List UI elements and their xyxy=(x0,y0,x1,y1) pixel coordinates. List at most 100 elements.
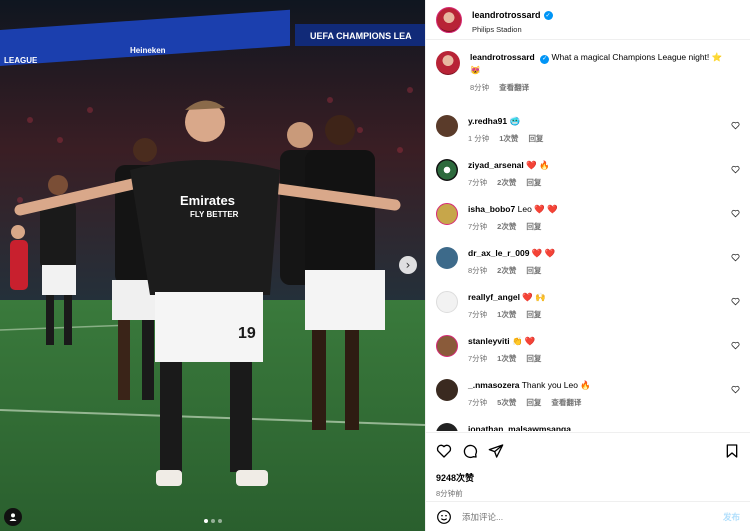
post-header: leandrotrossard ✓ Philips Stadion xyxy=(426,0,750,40)
reply-button[interactable]: 回复 xyxy=(526,265,541,276)
like-comment-heart-icon[interactable] xyxy=(731,253,740,262)
share-send-icon[interactable] xyxy=(488,443,504,459)
commenter-avatar[interactable] xyxy=(436,158,458,181)
emoji-smiley-icon[interactable] xyxy=(436,509,452,525)
comment-item: isha_bobo7 Leo ❤️ ❤️ 7分钟 2次赞 回复 xyxy=(436,202,740,247)
caption-username[interactable]: leandrotrossard xyxy=(470,52,535,62)
comment-text: 👏 ❤️ xyxy=(511,335,536,346)
author-username-text[interactable]: leandrotrossard xyxy=(472,10,541,20)
see-translation-link[interactable]: 查看翻译 xyxy=(551,397,581,408)
commenter-username[interactable]: dr_ax_le_r_009 xyxy=(468,248,529,258)
commenter-username[interactable]: _.nmasozera xyxy=(468,380,520,390)
banner-mid: Heineken xyxy=(130,46,166,55)
commenter-username[interactable]: isha_bobo7 xyxy=(468,204,515,214)
post-caption: leandrotrossard ✓ What a magical Champio… xyxy=(436,51,740,93)
comment-likes[interactable]: 2次赞 xyxy=(497,221,516,232)
verified-badge-icon: ✓ xyxy=(543,10,553,20)
comment-time[interactable]: 8分钟 xyxy=(468,265,487,276)
commenter-username[interactable]: stanleyviti xyxy=(468,336,510,346)
comment-time[interactable]: 7分钟 xyxy=(468,221,487,232)
commenter-avatar[interactable] xyxy=(436,334,458,357)
commenter-avatar[interactable] xyxy=(436,290,458,313)
commenter-avatar[interactable] xyxy=(436,246,458,269)
save-bookmark-icon[interactable] xyxy=(724,443,740,459)
like-comment-heart-icon[interactable] xyxy=(731,121,740,130)
comment-item: _.nmasozera Thank you Leo 🔥 7分钟 5次赞 回复 查看翻译 xyxy=(436,378,740,423)
like-comment-heart-icon[interactable] xyxy=(731,341,740,350)
add-comment-bar: 发布 xyxy=(426,501,750,531)
svg-text:19: 19 xyxy=(238,325,256,342)
banner-left: LEAGUE xyxy=(4,56,38,65)
caption-avatar[interactable] xyxy=(436,51,460,75)
comment-text: ❤️ 🔥 xyxy=(526,159,550,170)
comment-item: ziyad_arsenal ❤️ 🔥 7分钟 2次赞 回复 xyxy=(436,158,740,203)
comments-list[interactable]: leandrotrossard ✓ What a magical Champio… xyxy=(426,41,750,431)
caption-emoji: 😻 xyxy=(470,64,481,75)
comment-time[interactable]: 7分钟 xyxy=(468,309,487,320)
tagged-users-button[interactable] xyxy=(4,508,22,526)
post-actions: 9248次赞 8分钟前 xyxy=(426,432,750,499)
comment-time[interactable]: 7分钟 xyxy=(468,177,487,188)
comment-time[interactable]: 7分钟 xyxy=(468,353,487,364)
match-photo-illustration: LEAGUE Heineken UEFA CHAMPIONS LEA Emira… xyxy=(0,0,425,531)
comment-text: ❤️ ❤️ xyxy=(531,247,556,258)
like-comment-heart-icon[interactable] xyxy=(731,165,740,174)
like-heart-icon[interactable] xyxy=(436,443,452,459)
comment-likes[interactable]: 1次赞 xyxy=(497,353,516,364)
post-comment-button[interactable]: 发布 xyxy=(723,511,740,523)
caption-text: What a magical Champions League night! ⭐ xyxy=(551,52,723,62)
post-location[interactable]: Philips Stadion xyxy=(472,25,553,34)
comment-time[interactable]: 7分钟 xyxy=(468,397,487,408)
carousel-dot xyxy=(217,519,222,523)
verified-badge-icon: ✓ xyxy=(540,54,550,64)
like-comment-heart-icon[interactable] xyxy=(731,385,740,394)
carousel-dot xyxy=(210,519,215,523)
reply-button[interactable]: 回复 xyxy=(526,221,541,232)
svg-text:Emirates: Emirates xyxy=(180,193,235,208)
post-photo[interactable]: LEAGUE Heineken UEFA CHAMPIONS LEA Emira… xyxy=(0,0,425,531)
post-time[interactable]: 8分钟前 xyxy=(436,488,740,499)
comment-text: Thank you Leo 🔥 xyxy=(521,379,591,390)
commenter-username[interactable]: jonathan_malsawmsanga xyxy=(468,424,571,432)
like-comment-heart-icon[interactable] xyxy=(731,209,740,218)
comment-text: ❤️ 🙌 xyxy=(522,291,546,302)
comment-text: 🥶 xyxy=(509,115,521,126)
comment-likes[interactable]: 2次赞 xyxy=(497,265,516,276)
user-icon xyxy=(9,513,17,521)
comment-likes[interactable]: 5次赞 xyxy=(497,397,516,408)
comment-item: reallyf_angel ❤️ 🙌 7分钟 1次赞 回复 xyxy=(436,290,740,335)
comment-likes[interactable]: 1次赞 xyxy=(499,133,518,144)
comment-text: Leo ❤️ ❤️ xyxy=(517,203,558,214)
carousel-dot xyxy=(203,519,208,523)
svg-text:FLY BETTER: FLY BETTER xyxy=(190,210,239,219)
commenter-avatar[interactable] xyxy=(436,114,458,137)
comment-likes[interactable]: 1次赞 xyxy=(497,309,516,320)
commenter-avatar[interactable] xyxy=(436,378,458,401)
reply-button[interactable]: 回复 xyxy=(528,133,543,144)
commenter-avatar[interactable] xyxy=(436,202,458,225)
comment-bubble-icon[interactable] xyxy=(462,443,478,459)
author-avatar[interactable] xyxy=(436,6,462,33)
comment-item: jonathan_malsawmsanga xyxy=(436,422,740,432)
reply-button[interactable]: 回复 xyxy=(526,177,541,188)
comment-time[interactable]: 1 分钟 xyxy=(468,133,489,144)
comment-likes[interactable]: 2次赞 xyxy=(497,177,516,188)
reply-button[interactable]: 回复 xyxy=(526,353,541,364)
carousel-dots xyxy=(0,519,425,523)
like-comment-heart-icon[interactable] xyxy=(731,297,740,306)
next-photo-button[interactable]: › xyxy=(399,256,417,274)
commenter-username[interactable]: y.redha91 xyxy=(468,116,507,126)
commenter-username[interactable]: reallyf_angel xyxy=(468,292,520,302)
caption-time[interactable]: 8分钟 xyxy=(470,82,489,93)
see-translation-link[interactable]: 查看翻译 xyxy=(499,82,529,93)
comment-input[interactable] xyxy=(462,511,723,522)
comment-item: dr_ax_le_r_009 ❤️ ❤️ 8分钟 2次赞 回复 xyxy=(436,246,740,291)
reply-button[interactable]: 回复 xyxy=(526,309,541,320)
commenter-username[interactable]: ziyad_arsenal xyxy=(468,160,524,170)
likes-count[interactable]: 9248次赞 xyxy=(436,471,740,484)
comment-item: y.redha91 🥶 1 分钟 1次赞 回复 xyxy=(436,114,740,159)
post-panel: leandrotrossard ✓ Philips Stadion leandr… xyxy=(425,0,750,531)
commenter-avatar[interactable] xyxy=(436,422,458,431)
reply-button[interactable]: 回复 xyxy=(526,397,541,408)
author-username[interactable]: leandrotrossard ✓ xyxy=(472,10,553,20)
